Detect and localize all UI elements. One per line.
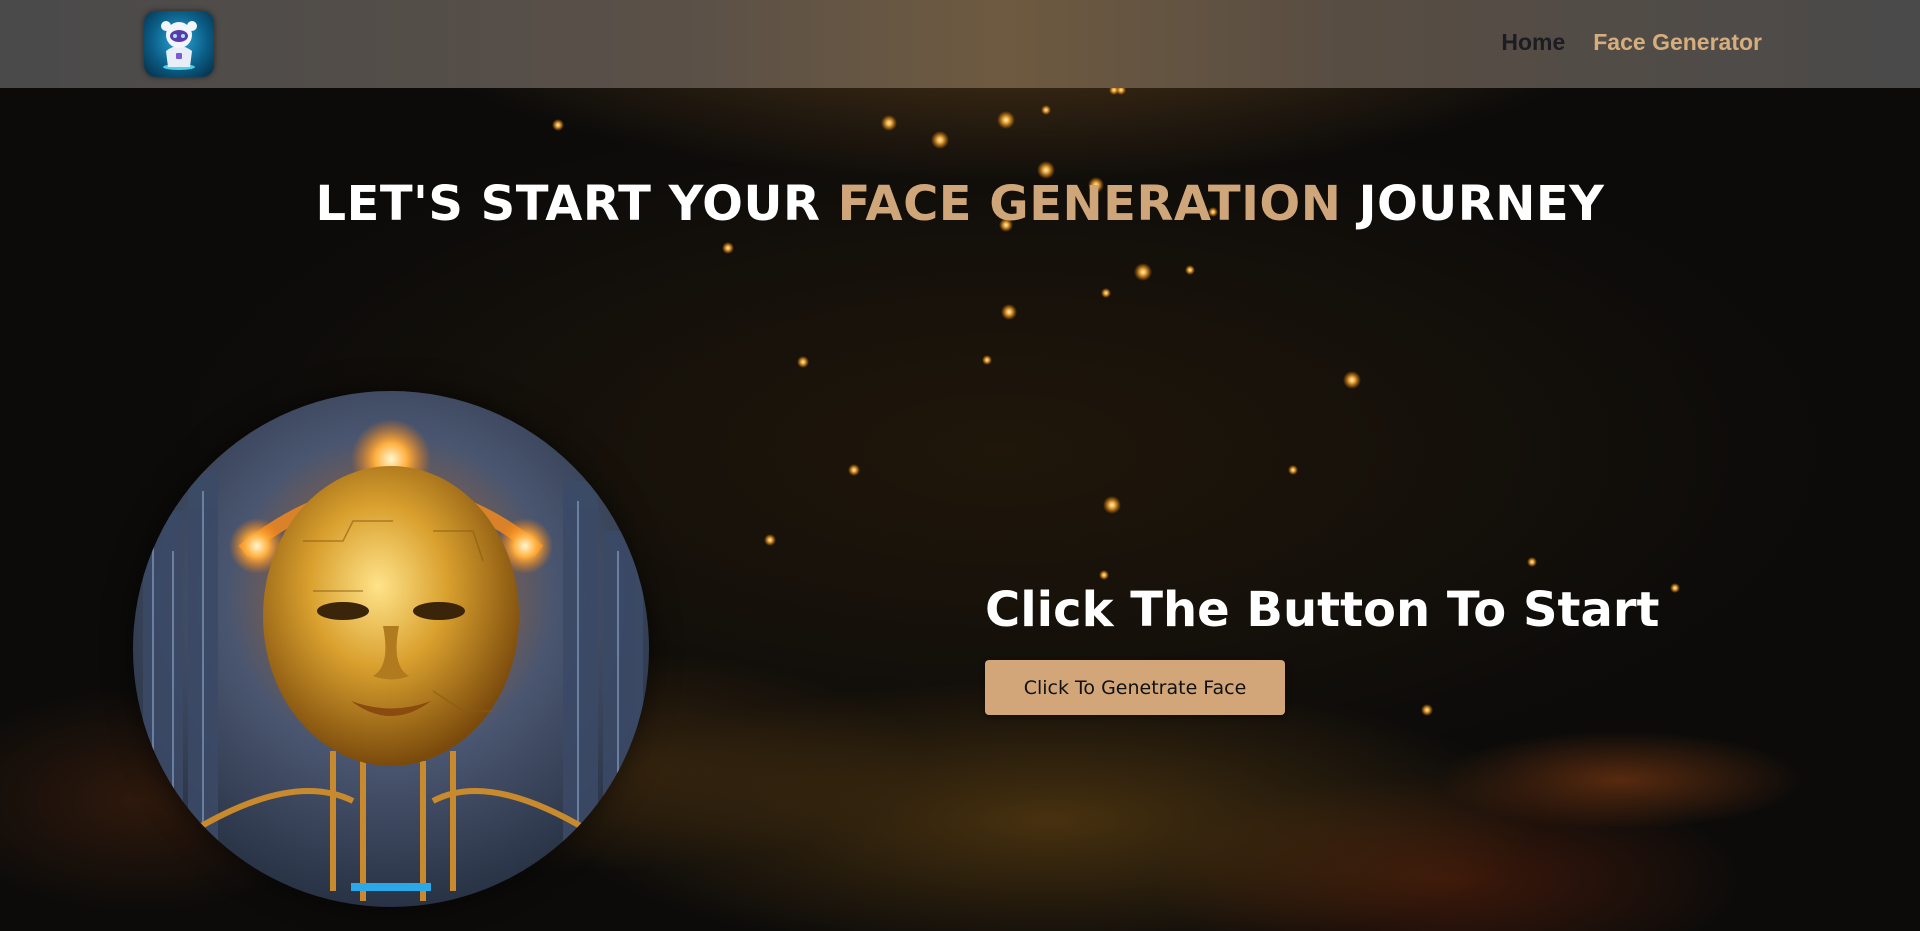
nav-home-link[interactable]: Home: [1501, 29, 1565, 56]
hero-title-part2: JOURNEY: [1341, 176, 1605, 232]
cta-title: Click The Button To Start: [985, 582, 1660, 638]
main-nav: Home Face Generator: [1501, 29, 1762, 56]
hero-title: LET'S START YOUR FACE GENERATION JOURNEY: [0, 176, 1920, 232]
golden-cyborg-face-image: [133, 391, 649, 907]
nav-face-generator-link[interactable]: Face Generator: [1593, 29, 1762, 56]
top-navbar: Home Face Generator: [0, 0, 1920, 88]
hero-title-part1: LET'S START YOUR: [315, 176, 838, 232]
robot-mascot-icon[interactable]: [144, 11, 214, 77]
hero-title-accent: FACE GENERATION: [837, 176, 1342, 232]
page: Home Face Generator LET'S START YOUR FAC…: [0, 0, 1920, 931]
generate-face-button[interactable]: Click To Genetrate Face: [985, 660, 1285, 715]
